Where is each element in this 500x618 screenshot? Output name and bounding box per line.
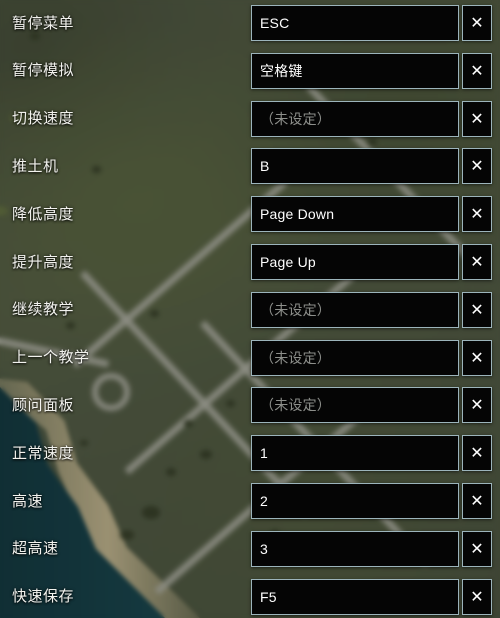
keybinding-list: 暂停菜单 ESC ✕ 暂停模拟 空格键 ✕ 切换速度 （未设定） ✕ 推土机 B ✕ 降低高度 Page …: [0, 0, 500, 618]
key-placeholder: （未设定）: [260, 110, 331, 127]
keybinding-control: 空格键 ✕: [251, 52, 492, 89]
keybinding-label: 降低高度: [12, 205, 75, 223]
keybinding-label: 提升高度: [12, 253, 75, 271]
close-x-icon: ✕: [470, 491, 484, 510]
key-value: Page Up: [260, 254, 316, 270]
keybinding-control: Page Up ✕: [251, 244, 492, 280]
clear-binding-button[interactable]: ✕: [462, 5, 492, 41]
keybinding-row: 继续教学 （未设定） ✕: [0, 291, 500, 328]
keybinding-control: （未设定） ✕: [251, 387, 492, 424]
keybinding-control: Page Down ✕: [251, 196, 492, 233]
key-input[interactable]: F5: [251, 578, 459, 615]
clear-binding-button[interactable]: ✕: [462, 244, 492, 280]
close-x-icon: ✕: [470, 443, 484, 463]
keybinding-row: 正常速度 1 ✕: [0, 435, 500, 472]
clear-binding-button[interactable]: ✕: [462, 339, 492, 376]
key-input[interactable]: （未设定）: [251, 339, 459, 376]
keybinding-label: 暂停模拟: [12, 62, 75, 80]
clear-binding-button[interactable]: ✕: [462, 196, 492, 233]
keybinding-row: 上一个教学 （未设定） ✕: [0, 339, 500, 376]
keybinding-label: 正常速度: [12, 444, 75, 462]
key-value: 1: [260, 445, 268, 462]
keybinding-label: 顾问面板: [12, 396, 75, 414]
keybindings-screen: 暂停菜单 ESC ✕ 暂停模拟 空格键 ✕ 切换速度 （未设定） ✕ 推土机 B ✕ 降低高度 Page …: [0, 0, 500, 618]
keybinding-row: 暂停模拟 空格键 ✕: [0, 52, 500, 89]
keybinding-label: 上一个教学: [12, 349, 90, 367]
keybinding-control: F5 ✕: [251, 578, 492, 615]
keybinding-control: B ✕: [251, 148, 492, 185]
key-value: F5: [260, 588, 277, 605]
close-x-icon: ✕: [470, 347, 484, 367]
close-x-icon: ✕: [470, 252, 484, 271]
key-input[interactable]: 空格键: [251, 52, 459, 89]
key-placeholder: （未设定）: [260, 301, 331, 318]
key-input[interactable]: ESC: [251, 5, 459, 41]
close-x-icon: ✕: [470, 538, 484, 558]
keybinding-control: （未设定） ✕: [251, 291, 492, 328]
key-value: 3: [260, 540, 268, 557]
key-input[interactable]: （未设定）: [251, 100, 459, 137]
key-input[interactable]: Page Down: [251, 196, 459, 233]
key-value: ESC: [260, 15, 290, 31]
key-input[interactable]: B: [251, 148, 459, 185]
key-placeholder: （未设定）: [260, 397, 331, 414]
keybinding-control: ESC ✕: [251, 5, 492, 41]
close-x-icon: ✕: [470, 586, 484, 606]
keybinding-label: 高速: [12, 492, 44, 510]
key-placeholder: （未设定）: [260, 349, 331, 366]
keybinding-control: （未设定） ✕: [251, 100, 492, 137]
keybinding-row: 快速保存 F5 ✕: [0, 578, 500, 615]
close-x-icon: ✕: [470, 156, 484, 176]
clear-binding-button[interactable]: ✕: [462, 578, 492, 615]
keybinding-control: 2 ✕: [251, 483, 492, 519]
key-value: Page Down: [260, 206, 335, 223]
key-input[interactable]: 1: [251, 435, 459, 472]
close-x-icon: ✕: [470, 60, 484, 80]
key-input[interactable]: Page Up: [251, 244, 459, 280]
keybinding-row: 高速 2 ✕: [0, 483, 500, 519]
clear-binding-button[interactable]: ✕: [462, 52, 492, 89]
keybinding-label: 超高速: [12, 540, 59, 558]
keybinding-label: 暂停菜单: [12, 14, 75, 32]
clear-binding-button[interactable]: ✕: [462, 530, 492, 567]
close-x-icon: ✕: [470, 204, 484, 224]
clear-binding-button[interactable]: ✕: [462, 100, 492, 137]
keybinding-label: 快速保存: [12, 588, 75, 606]
clear-binding-button[interactable]: ✕: [462, 387, 492, 424]
keybinding-control: （未设定） ✕: [251, 339, 492, 376]
clear-binding-button[interactable]: ✕: [462, 435, 492, 472]
key-input[interactable]: （未设定）: [251, 387, 459, 424]
keybinding-label: 推土机: [12, 157, 59, 175]
close-x-icon: ✕: [470, 299, 484, 319]
clear-binding-button[interactable]: ✕: [462, 148, 492, 185]
close-x-icon: ✕: [470, 13, 484, 32]
key-input[interactable]: 3: [251, 530, 459, 567]
key-value: B: [260, 158, 270, 175]
keybinding-row: 顾问面板 （未设定） ✕: [0, 387, 500, 424]
keybinding-label: 切换速度: [12, 110, 75, 128]
keybinding-row: 超高速 3 ✕: [0, 530, 500, 567]
keybinding-control: 1 ✕: [251, 435, 492, 472]
keybinding-row: 降低高度 Page Down ✕: [0, 196, 500, 233]
keybinding-row: 推土机 B ✕: [0, 148, 500, 185]
close-x-icon: ✕: [470, 395, 484, 415]
clear-binding-button[interactable]: ✕: [462, 483, 492, 519]
keybinding-row: 切换速度 （未设定） ✕: [0, 100, 500, 137]
keybinding-row: 暂停菜单 ESC ✕: [0, 5, 500, 41]
keybinding-row: 提升高度 Page Up ✕: [0, 244, 500, 280]
key-value: 空格键: [260, 62, 303, 79]
key-input[interactable]: 2: [251, 483, 459, 519]
keybinding-label: 继续教学: [12, 301, 75, 319]
clear-binding-button[interactable]: ✕: [462, 291, 492, 328]
keybinding-control: 3 ✕: [251, 530, 492, 567]
close-x-icon: ✕: [470, 108, 484, 128]
key-value: 2: [260, 493, 268, 509]
key-input[interactable]: （未设定）: [251, 291, 459, 328]
